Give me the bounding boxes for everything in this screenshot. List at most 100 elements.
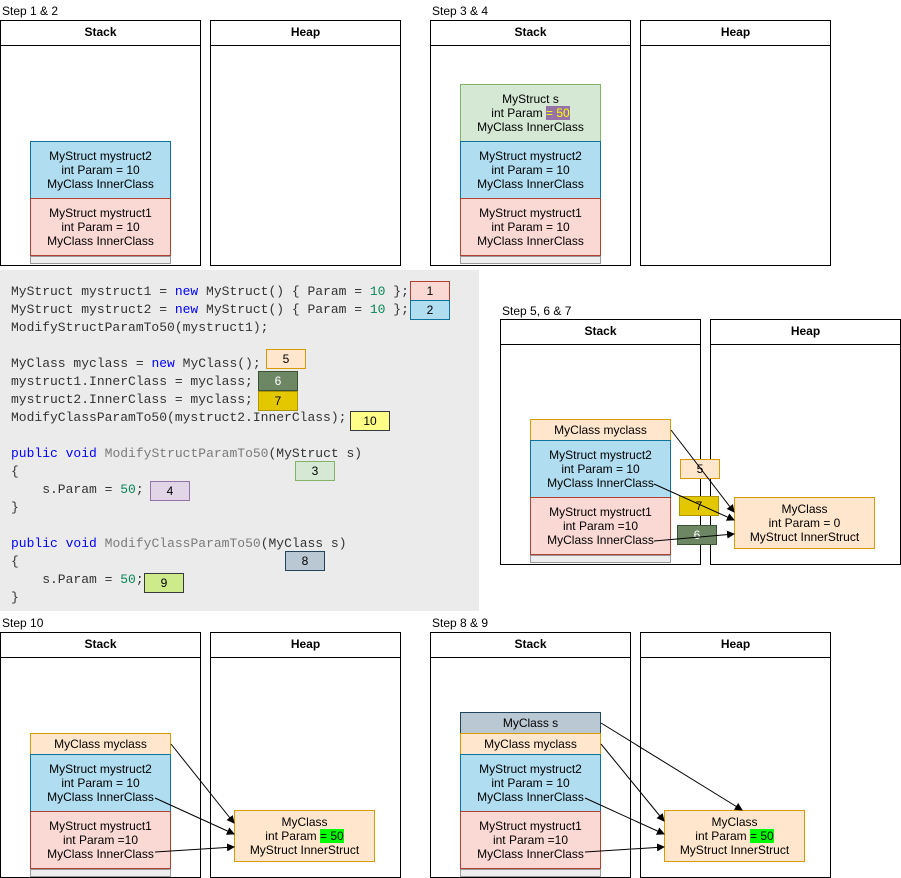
step-tag-9: 9: [144, 573, 184, 593]
step-tag-5: 5: [680, 459, 720, 479]
code-line-15: }: [11, 590, 19, 605]
heap-myclass-object: MyClass int Param = 50 MyStruct InnerStr…: [234, 810, 375, 862]
frame-line: MyClass InnerClass: [477, 847, 584, 861]
code-number: 10: [369, 302, 386, 317]
frame-line: int Param = 50: [665, 829, 804, 843]
code-function: ModifyStructParamTo50: [104, 446, 269, 461]
code-text: MyStruct() { Param =: [198, 302, 370, 317]
frame-text: int Param: [265, 829, 320, 843]
frame-line: MyClass InnerClass: [47, 177, 154, 191]
heap-header: Heap: [641, 633, 830, 658]
heap-myclass-object: MyClass int Param = 50 MyStruct InnerStr…: [664, 810, 805, 862]
heap-header: Heap: [211, 21, 400, 46]
code-line-9: {: [11, 464, 19, 479]
code-line-1: MyStruct mystruct1 = new MyStruct() { Pa…: [11, 283, 409, 301]
step-tag-7: 7: [258, 391, 298, 411]
code-text: MyClass myclass =: [11, 356, 152, 371]
mystruct2-frame: MyStruct mystruct2 int Param = 10 MyClas…: [460, 141, 601, 199]
param-highlight: = 50: [749, 829, 774, 843]
myclass-s-parameter: MyClass s: [460, 712, 601, 734]
step-tag-3: 3: [295, 461, 335, 481]
frame-line: MyStruct mystruct1: [549, 505, 652, 519]
stack-base: [460, 869, 601, 877]
param-highlight: = 50: [319, 829, 344, 843]
code-text: MyClass();: [174, 356, 261, 371]
stack-base: [30, 256, 171, 264]
code-keyword: new: [174, 302, 199, 317]
code-line-10: s.Param = 50;: [11, 481, 144, 499]
step-8-9-label: Step 8 & 9: [432, 616, 489, 630]
step-tag-8: 8: [285, 551, 325, 571]
stack-header: Stack: [431, 633, 630, 658]
frame-text: int Param: [695, 829, 750, 843]
frame-line: int Param = 50: [235, 829, 374, 843]
frame-line: MyClass InnerClass: [47, 790, 154, 804]
code-panel: MyStruct mystruct1 = new MyStruct() { Pa…: [0, 270, 479, 611]
code-keyword: new: [174, 284, 199, 299]
code-line-6: mystruct2.InnerClass = myclass;: [11, 392, 253, 407]
mystruct2-frame: MyStruct mystruct2 int Param = 10 MyClas…: [30, 141, 171, 199]
frame-line: MyClass InnerClass: [547, 533, 654, 547]
frame-line: int Param = 50: [461, 106, 600, 120]
code-line-7: ModifyClassParamTo50(mystruct2.InnerClas…: [11, 410, 347, 425]
stack-header: Stack: [501, 320, 700, 345]
code-keyword: public: [11, 536, 58, 551]
code-text: ;: [135, 482, 144, 497]
code-text: MyStruct mystruct2 =: [11, 302, 175, 317]
frame-line: int Param = 0: [768, 516, 841, 530]
step-3-4-label: Step 3 & 4: [432, 4, 489, 18]
frame-line: MyStruct mystruct2: [549, 448, 652, 462]
frame-line: MyClass InnerClass: [477, 234, 584, 248]
frame-line: MyClass: [281, 815, 328, 829]
param-highlight: = 50: [545, 106, 570, 120]
step-tag-2: 2: [410, 300, 450, 320]
code-line-5: mystruct1.InnerClass = myclass;: [11, 374, 253, 389]
step-tag-10: 10: [350, 411, 390, 431]
stack-base: [460, 256, 601, 264]
frame-line: MyStruct s: [502, 92, 559, 106]
frame-text: int Param: [491, 106, 546, 120]
frame-line: int Param = 10: [61, 163, 140, 177]
heap-panel-step-3-4: Heap: [640, 20, 831, 266]
heap-panel-step-1-2: Heap: [210, 20, 401, 266]
step-tag-5: 5: [266, 349, 306, 369]
frame-line: int Param = 10: [561, 462, 640, 476]
frame-line: int Param = 10: [61, 776, 140, 790]
mystruct1-frame: MyStruct mystruct1 int Param =10 MyClass…: [530, 497, 671, 555]
code-text: (MyStruct s): [268, 446, 363, 461]
code-keyword: public: [11, 446, 58, 461]
code-text: };: [385, 302, 409, 317]
frame-line: int Param = 10: [491, 220, 570, 234]
frame-line: MyClass InnerClass: [47, 847, 154, 861]
mystruct1-frame: MyStruct mystruct1 int Param =10 MyClass…: [30, 811, 171, 869]
heap-myclass-object: MyClass int Param = 0 MyStruct InnerStru…: [734, 497, 875, 549]
frame-line: int Param = 10: [491, 776, 570, 790]
mystruct1-frame: MyStruct mystruct1 int Param = 10 MyClas…: [30, 198, 171, 256]
code-line-4: MyClass myclass = new MyClass();: [11, 355, 261, 373]
frame-line: MyStruct InnerStruct: [749, 530, 860, 544]
code-text: MyStruct mystruct1 =: [11, 284, 175, 299]
frame-line: MyClass: [781, 502, 828, 516]
frame-line: MyStruct mystruct1: [479, 206, 582, 220]
step-1-2-label: Step 1 & 2: [2, 4, 59, 18]
frame-line: MyStruct mystruct2: [479, 149, 582, 163]
heap-header: Heap: [211, 633, 400, 658]
frame-line: MyStruct InnerStruct: [679, 843, 790, 857]
frame-line: MyClass InnerClass: [547, 476, 654, 490]
code-function: ModifyClassParamTo50: [104, 536, 261, 551]
heap-header: Heap: [711, 320, 900, 345]
frame-line: int Param =10: [492, 833, 569, 847]
frame-line: int Param = 10: [61, 220, 140, 234]
struct-s-frame: MyStruct s int Param = 50 MyClass InnerC…: [460, 84, 601, 142]
code-line-11: }: [11, 500, 19, 515]
frame-line: MyClass InnerClass: [47, 234, 154, 248]
step-tag-6: 6: [677, 525, 717, 545]
step-tag-6: 6: [258, 371, 298, 391]
code-text: MyStruct() { Param =: [198, 284, 370, 299]
stack-base: [530, 555, 671, 563]
frame-line: MyStruct mystruct2: [49, 762, 152, 776]
frame-line: MyClass: [711, 815, 758, 829]
code-keyword: new: [151, 356, 175, 371]
mystruct1-frame: MyStruct mystruct1 int Param = 10 MyClas…: [460, 198, 601, 256]
mystruct2-frame: MyStruct mystruct2 int Param = 10 MyClas…: [460, 754, 601, 812]
